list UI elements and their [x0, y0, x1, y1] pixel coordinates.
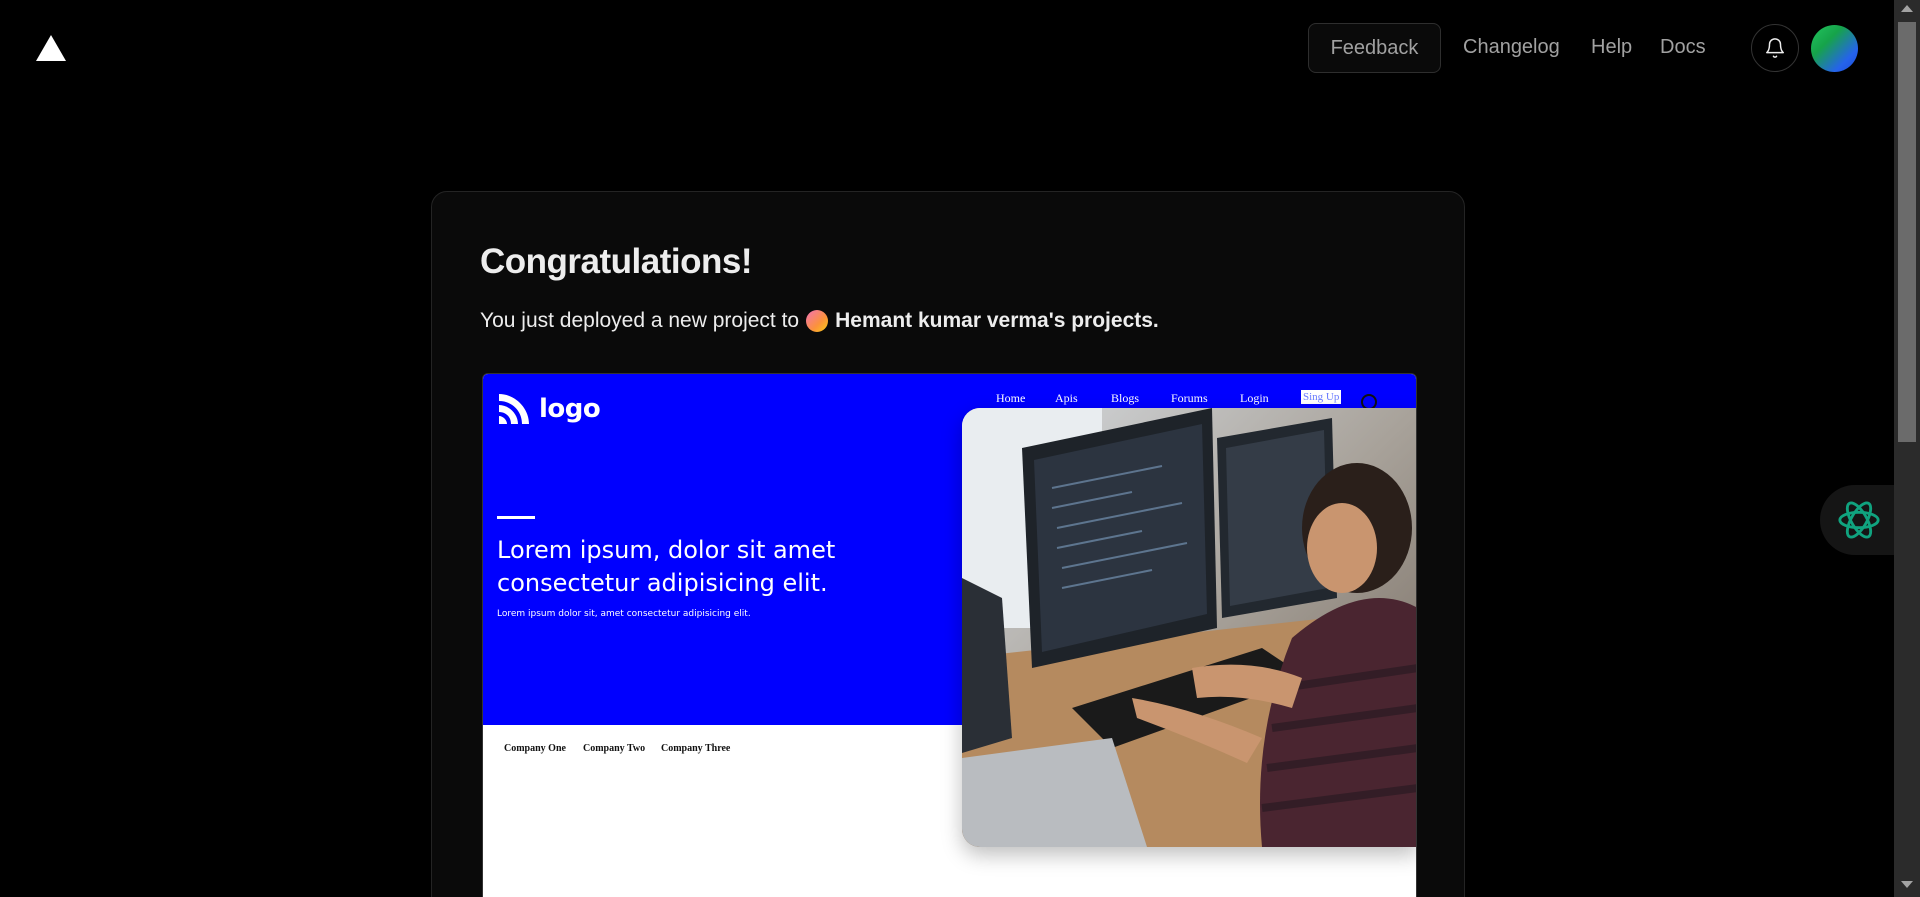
preview-nav-forums: Forums: [1171, 391, 1208, 405]
scroll-up-icon[interactable]: [1901, 5, 1913, 12]
preview-company-two: Company Two: [583, 743, 646, 754]
bell-icon: [1766, 38, 1784, 58]
docs-link[interactable]: Docs: [1660, 36, 1706, 59]
preview-hero-photo: [962, 408, 1416, 847]
ai-assistant-button[interactable]: [1820, 485, 1896, 555]
rss-icon: [499, 394, 529, 424]
scrollbar-thumb[interactable]: [1898, 22, 1916, 442]
notifications-button[interactable]: [1751, 24, 1799, 72]
preview-headline: Lorem ipsum, dolor sit amet consectetur …: [497, 536, 836, 597]
help-link[interactable]: Help: [1591, 36, 1632, 59]
deployment-preview[interactable]: logo Home Apis Blogs Forums Login Sing U…: [482, 373, 1417, 897]
preview-subtext: Lorem ipsum dolor sit, amet consectetur …: [497, 609, 751, 619]
deployment-message: You just deployed a new project to Heman…: [480, 309, 1159, 333]
feedback-button[interactable]: Feedback: [1308, 23, 1441, 73]
team-avatar: [806, 310, 829, 332]
preview-company-three: Company Three: [661, 743, 731, 754]
triangle-logo-icon[interactable]: [36, 35, 66, 61]
preview-logo-text: logo: [539, 394, 601, 424]
preview-nav-login: Login: [1240, 391, 1269, 405]
preview-nav-apis: Apis: [1055, 391, 1078, 405]
openai-icon: [1838, 501, 1880, 539]
top-navigation: Feedback Changelog Help Docs: [0, 0, 1894, 96]
preview-nav-blogs: Blogs: [1111, 391, 1140, 405]
avatar[interactable]: [1811, 25, 1858, 72]
preview-accent-line: [497, 516, 535, 519]
preview-nav-signup: Sing Up: [1301, 390, 1342, 404]
developer-photo-illustration: [962, 408, 1416, 847]
deployment-success-card: Congratulations! You just deployed a new…: [431, 191, 1465, 897]
preview-company-one: Company One: [504, 743, 566, 754]
message-prefix: You just deployed a new project to: [480, 309, 800, 332]
scroll-down-icon[interactable]: [1901, 881, 1913, 888]
team-name: Hemant kumar verma's projects.: [835, 309, 1159, 332]
page-scrollbar[interactable]: [1894, 0, 1920, 897]
preview-logo: logo: [497, 392, 601, 426]
preview-nav-home: Home: [996, 391, 1026, 405]
page-title: Congratulations!: [480, 242, 752, 281]
changelog-link[interactable]: Changelog: [1463, 36, 1560, 59]
